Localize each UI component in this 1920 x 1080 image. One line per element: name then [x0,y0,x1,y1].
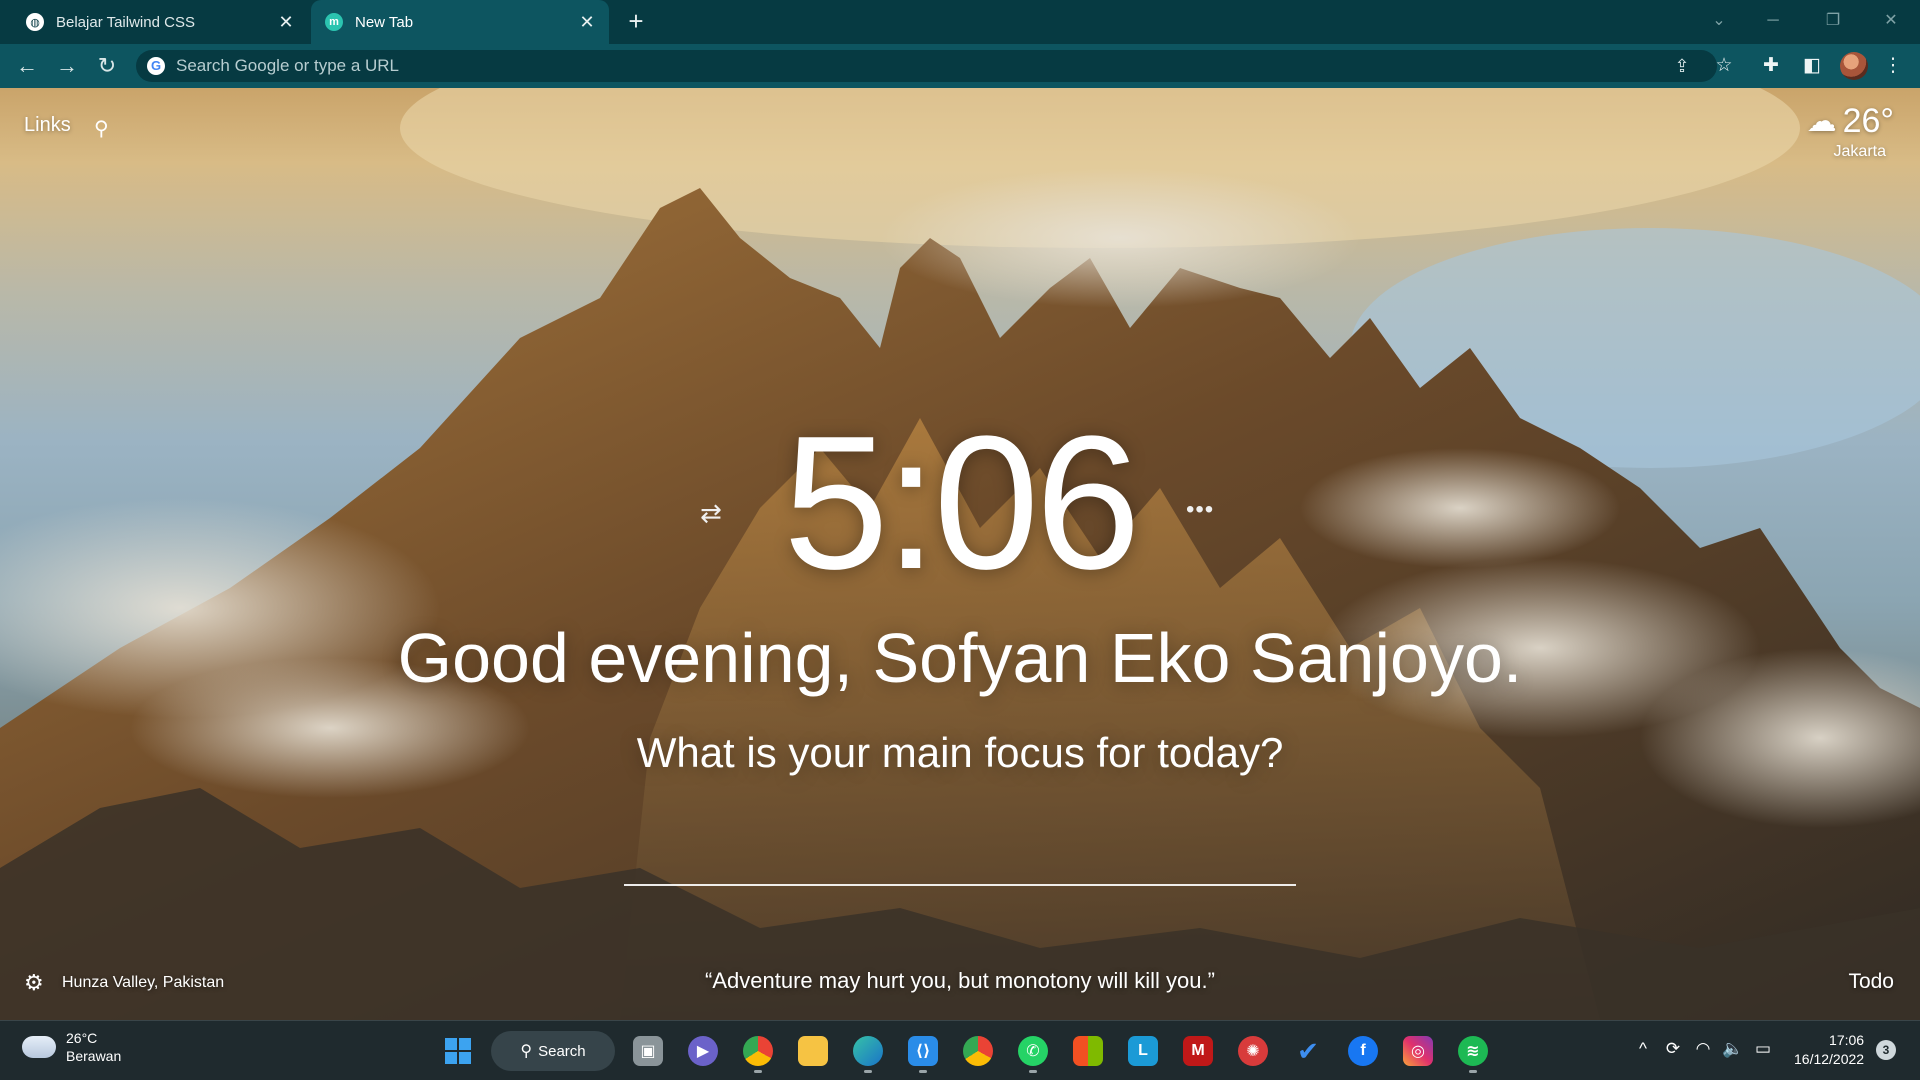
reload-button[interactable]: ↻ [93,52,121,80]
search-icon[interactable]: ⚲ [94,116,109,141]
focus-question: What is your main focus for today? [636,729,1284,776]
browser-toolbar: ← → ↻ G ⇪ ☆ ✚ ◧ ⋮ [0,44,1920,88]
chrome-button[interactable] [956,1029,1000,1073]
store-icon [1073,1036,1103,1066]
taskbar-search[interactable]: ⚲ Search [491,1031,615,1071]
taskbar-weather-temp: 26°C [66,1030,98,1046]
notification-badge[interactable]: 3 [1876,1040,1896,1060]
whatsapp-icon: ✆ [1018,1036,1048,1066]
shield-icon: M [1183,1036,1213,1066]
weather-temp: 26° [1842,102,1894,140]
tab-search-chevron-icon[interactable]: ⌄ [1704,6,1734,36]
taskbar-clock[interactable]: 17:06 16/12/2022 [1794,1031,1864,1069]
weather-city: Jakarta [1833,143,1886,160]
chrome-icon [963,1036,993,1066]
address-input[interactable] [176,50,1076,82]
quote: “Adventure may hurt you, but monotony wi… [705,968,1215,993]
cloud-rain-icon: ☁ [1806,105,1837,138]
restore-button[interactable]: ❐ [1818,6,1848,36]
vscode-icon: ⟨⟩ [908,1036,938,1066]
taskbar-date: 16/12/2022 [1794,1051,1865,1067]
spotify-icon: ≋ [1458,1036,1488,1066]
todo-button[interactable]: Todo [1848,970,1894,994]
cloud-icon [22,1036,56,1058]
taskbar: 26°C Berawan ⚲ Search ▣ ▶ ⟨⟩ ✆ L M ✺ ✔ f… [0,1020,1920,1080]
share-icon[interactable]: ⇪ [1669,54,1695,78]
more-options-icon[interactable]: ••• [1186,496,1214,524]
bookmark-star-icon[interactable]: ☆ [1711,53,1737,79]
taskbar-weather[interactable]: 26°C Berawan [22,1029,121,1065]
spotify-button[interactable]: ≋ [1451,1029,1495,1073]
tab-strip: ◍ Belajar Tailwind CSS ✕ m New Tab ✕ + ⌄… [0,0,1920,44]
instagram-button[interactable]: ◎ [1396,1029,1440,1073]
task-view-icon: ▣ [633,1036,663,1066]
extensions-icon[interactable]: ✚ [1758,53,1784,79]
minimize-button[interactable]: ─ [1758,6,1788,36]
side-panel-icon[interactable]: ◧ [1799,53,1825,79]
instagram-icon: ◎ [1403,1036,1433,1066]
store-button[interactable] [1066,1029,1110,1073]
edge-icon [853,1036,883,1066]
sync-icon[interactable]: ⟳ [1658,1039,1688,1059]
clock: 5:06 [783,397,1141,609]
task-view-button[interactable]: ▣ [626,1029,670,1073]
back-button[interactable]: ← [13,52,41,80]
chat-icon: ▶ [688,1036,718,1066]
todo-app-button[interactable]: ✔ [1286,1029,1330,1073]
start-button[interactable] [436,1029,480,1073]
folder-icon [798,1036,828,1066]
profile-avatar[interactable] [1840,52,1868,80]
close-icon[interactable]: ✕ [276,12,296,32]
edge-button[interactable] [846,1029,890,1073]
search-icon: ⚲ [520,1043,533,1060]
l-app-icon: L [1128,1036,1158,1066]
taskbar-search-label: Search [538,1042,586,1060]
battery-icon[interactable]: ▭ [1748,1039,1778,1059]
greeting: Good evening, Sofyan Eko Sanjoyo. [397,619,1523,697]
google-icon: G [147,57,165,75]
links-button[interactable]: Links [24,114,71,137]
wifi-icon[interactable]: ◠ [1688,1039,1718,1059]
focus-input[interactable] [624,838,1296,886]
tab-new-tab[interactable]: m New Tab ✕ [311,0,609,44]
facebook-button[interactable]: f [1341,1029,1385,1073]
omnibox[interactable]: G ⇪ [136,50,1717,82]
app-icon: ✺ [1238,1036,1268,1066]
app-red-button[interactable]: ✺ [1231,1029,1275,1073]
file-explorer-button[interactable] [791,1029,835,1073]
l-app-button[interactable]: L [1121,1029,1165,1073]
volume-icon[interactable]: 🔈 [1718,1039,1748,1059]
tab-title: Belajar Tailwind CSS [56,13,195,31]
taskbar-weather-condition: Berawan [66,1048,122,1064]
globe-icon: ◍ [26,13,44,31]
mcafee-button[interactable]: M [1176,1029,1220,1073]
taskbar-apps: ⚲ Search ▣ ▶ ⟨⟩ ✆ L M ✺ ✔ f ◎ ≋ [436,1029,1506,1073]
facebook-icon: f [1348,1036,1378,1066]
check-icon: ✔ [1297,1035,1319,1066]
weather-widget[interactable]: ☁ 26° Jakarta [1807,102,1894,161]
momentum-icon: m [325,13,343,31]
teams-chat-button[interactable]: ▶ [681,1029,725,1073]
tab-belajar-tailwind[interactable]: ◍ Belajar Tailwind CSS ✕ [12,0,308,44]
menu-kebab-icon[interactable]: ⋮ [1880,53,1906,79]
swap-icon[interactable]: ⇄ [700,498,722,529]
forward-button[interactable]: → [53,52,81,80]
taskbar-time: 17:06 [1829,1032,1865,1048]
vscode-button[interactable]: ⟨⟩ [901,1029,945,1073]
chevron-up-icon[interactable]: ^ [1628,1039,1658,1059]
close-icon[interactable]: ✕ [577,12,597,32]
chrome-profile-button[interactable] [736,1029,780,1073]
new-tab-button[interactable]: + [622,8,650,36]
tab-title: New Tab [355,13,414,31]
momentum-background: Links ⚲ ☁ 26° Jakarta 5:06 ⇄ ••• Good ev… [0,88,1920,1020]
system-tray: ^ ⟳ ◠ 🔈 ▭ [1628,1039,1778,1059]
whatsapp-button[interactable]: ✆ [1011,1029,1055,1073]
windows-icon [443,1036,473,1066]
close-window-button[interactable]: ✕ [1876,6,1906,36]
chrome-icon [743,1036,773,1066]
